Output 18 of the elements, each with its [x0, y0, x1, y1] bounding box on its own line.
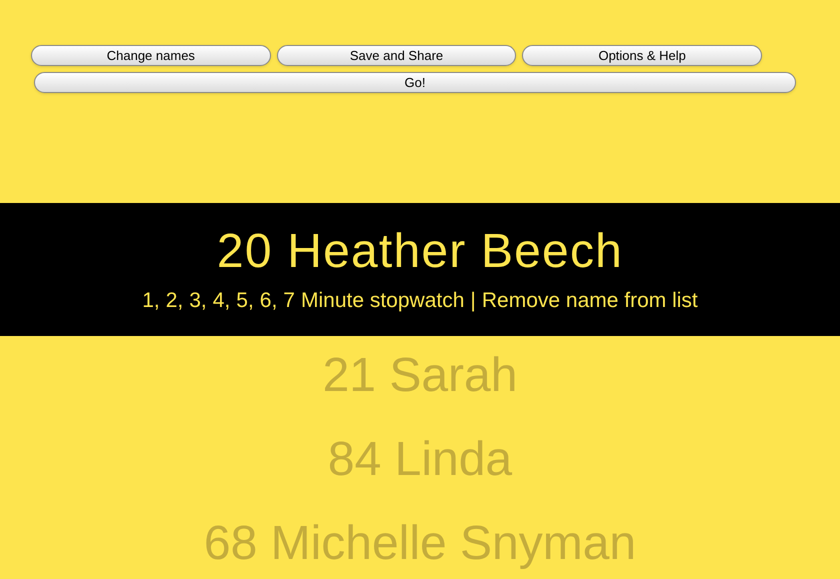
minute-link[interactable]: 4, [212, 290, 230, 311]
toolbar-button[interactable]: Options & Help [522, 45, 762, 66]
minute-link[interactable]: 3, [189, 290, 207, 311]
toolbar-button[interactable]: Change names [31, 45, 271, 66]
minute-link[interactable]: 5, [236, 290, 254, 311]
go-button[interactable]: Go! [34, 72, 796, 93]
toolbar-button[interactable]: Save and Share [276, 45, 516, 66]
queued-name: 21 Sarah [322, 348, 518, 404]
remove-name-link[interactable]: Remove name from list [482, 290, 698, 311]
stopwatch-label: Minute stopwatch [300, 290, 464, 311]
minute-link[interactable]: 2, [166, 290, 184, 311]
current-name: 20 Heather Beech [216, 228, 624, 276]
queued-name: 84 Linda [328, 432, 512, 488]
separator: | [470, 290, 476, 311]
minute-link[interactable]: 6, [260, 290, 278, 311]
minute-link[interactable]: 1, [142, 290, 160, 311]
queued-name: 68 Michelle Snyman [204, 516, 636, 572]
minute-link[interactable]: 7 [283, 290, 295, 311]
